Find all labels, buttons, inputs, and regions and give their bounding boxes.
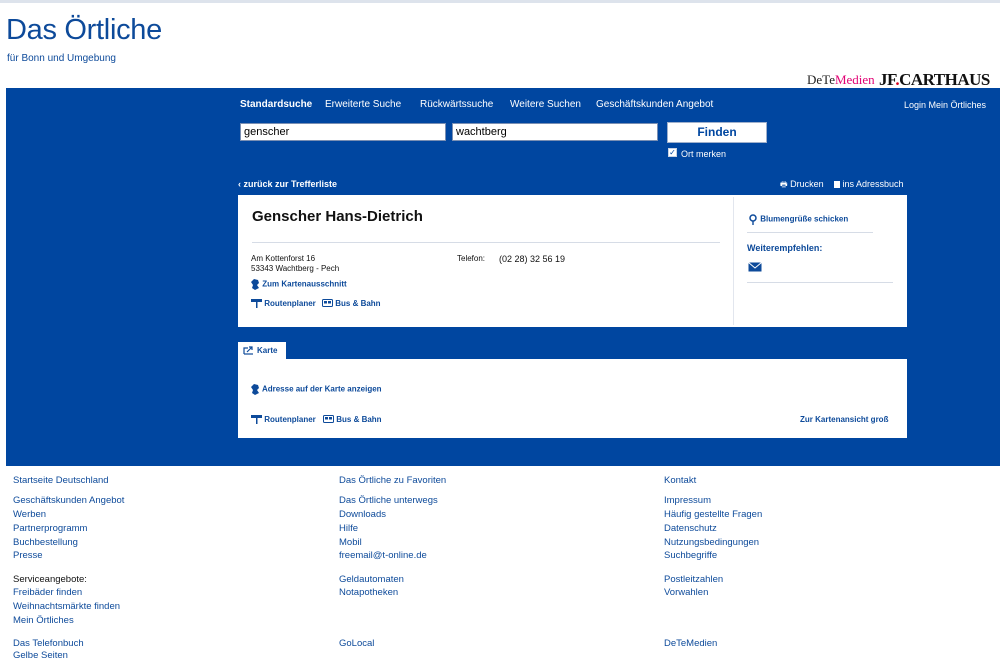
show-address-on-map-link[interactable]: Adresse auf der Karte anzeigen xyxy=(251,384,382,395)
map-panel xyxy=(238,359,907,438)
name-search-input[interactable] xyxy=(240,123,446,141)
map-section-label: Zum Kartenausschnitt xyxy=(262,279,347,289)
map-bus-bahn-link[interactable]: Bus & Bahn xyxy=(323,415,382,424)
tab-erweiterte-suche[interactable]: Erweiterte Suche xyxy=(325,99,401,110)
location-search-input[interactable] xyxy=(452,123,658,141)
sidebar-divider-2 xyxy=(747,282,893,283)
entry-name: Genscher Hans-Dietrich xyxy=(252,208,423,225)
footer-link-faq[interactable]: Häufig gestellte Fragen xyxy=(664,509,762,520)
sidebar-divider-1 xyxy=(747,232,873,233)
entry-vertical-divider xyxy=(733,197,734,325)
footer-link-mein-oertliches[interactable]: Mein Örtliches xyxy=(13,615,74,626)
addressbook-label: ins Adressbuch xyxy=(842,179,904,189)
footer-link-postleitzahlen[interactable]: Postleitzahlen xyxy=(664,574,723,585)
tab-geschaeftskunden[interactable]: Geschäftskunden Angebot xyxy=(596,99,713,110)
footer-link-buchbestellung[interactable]: Buchbestellung xyxy=(13,537,78,548)
footer-heading-serviceangebote: Serviceangebote: xyxy=(13,574,87,585)
germany-map-icon xyxy=(251,279,259,290)
routeplanner-label: Routenplaner xyxy=(264,299,316,308)
addressbook-icon xyxy=(834,181,840,189)
footer-link-freibaeder[interactable]: Freibäder finden xyxy=(13,587,82,598)
bus-bahn-label: Bus & Bahn xyxy=(335,299,381,308)
footer-link-notapotheken[interactable]: Notapotheken xyxy=(339,587,398,598)
signpost-icon xyxy=(251,299,262,309)
footer-link-presse[interactable]: Presse xyxy=(13,550,43,561)
bus-icon xyxy=(323,415,334,424)
footer-link-favoriten[interactable]: Das Örtliche zu Favoriten xyxy=(339,475,446,486)
footer-link-partnerprogramm[interactable]: Partnerprogramm xyxy=(13,523,87,534)
signpost-icon xyxy=(251,415,262,425)
map-routeplanner-link[interactable]: Routenplaner xyxy=(251,415,316,425)
print-link[interactable]: 🖶 Drucken xyxy=(780,179,824,193)
bus-icon xyxy=(322,299,333,308)
remember-location-checkbox[interactable]: ✓ xyxy=(668,148,677,157)
footer-link-weihnachtsmaerkte[interactable]: Weihnachtsmärkte finden xyxy=(13,601,120,612)
footer-link-nutzungsbedingungen[interactable]: Nutzungsbedingungen xyxy=(664,537,759,548)
flower-icon xyxy=(749,214,757,225)
entry-city: 53343 Wachtberg - Pech xyxy=(251,264,340,273)
footer-link-golocal[interactable]: GoLocal xyxy=(339,638,374,649)
login-link[interactable]: Login Mein Örtliches xyxy=(904,100,986,110)
recommend-label: Weiterempfehlen: xyxy=(747,243,823,253)
footer-link-unterwegs[interactable]: Das Örtliche unterwegs xyxy=(339,495,438,506)
map-tab-icon xyxy=(243,346,253,355)
footer-link-startseite[interactable]: Startseite Deutschland xyxy=(13,475,109,486)
site-logo[interactable]: Das Örtliche xyxy=(6,14,162,47)
tab-rueckwaertssuche[interactable]: Rückwärtssuche xyxy=(420,99,493,110)
print-label: Drucken xyxy=(790,179,824,189)
detemedien-logo-a: DeTe xyxy=(807,72,835,87)
bus-bahn-link[interactable]: Bus & Bahn xyxy=(322,299,381,308)
detemedien-logo[interactable]: DeTeMedien xyxy=(807,72,875,88)
site-tagline: für Bonn und Umgebung xyxy=(7,53,116,64)
footer-link-suchbegriffe[interactable]: Suchbegriffe xyxy=(664,550,717,561)
phone-label: Telefon: xyxy=(457,254,486,263)
footer-link-telefonbuch[interactable]: Das Telefonbuch xyxy=(13,638,84,649)
routeplanner-link[interactable]: Routenplaner xyxy=(251,299,316,309)
top-border xyxy=(0,0,1000,3)
back-to-results-label: zurück zur Trefferliste xyxy=(243,179,338,189)
carthaus-logo[interactable]: JF.CARTHAUS xyxy=(879,70,990,90)
footer-link-freemail[interactable]: freemail@t-online.de xyxy=(339,550,427,561)
footer-link-werben[interactable]: Werben xyxy=(13,509,46,520)
footer-link-hilfe[interactable]: Hilfe xyxy=(339,523,358,534)
footer-link-downloads[interactable]: Downloads xyxy=(339,509,386,520)
map-routeplanner-label: Routenplaner xyxy=(264,415,316,424)
detemedien-logo-b: Medien xyxy=(834,72,875,87)
phone-number: (02 28) 32 56 19 xyxy=(499,254,566,264)
back-to-results-link[interactable]: ‹ zurück zur Trefferliste xyxy=(238,179,337,189)
find-button[interactable]: Finden xyxy=(667,122,767,143)
tab-weitere-suchen[interactable]: Weitere Suchen xyxy=(510,99,581,110)
entry-divider xyxy=(252,242,720,243)
germany-map-icon xyxy=(251,384,259,395)
entry-street: Am Kottenforst 16 xyxy=(251,254,316,263)
tab-standardsuche[interactable]: Standardsuche xyxy=(240,99,312,110)
email-icon[interactable] xyxy=(748,262,762,272)
remember-location-label: Ort merken xyxy=(681,149,727,159)
footer-link-detemedien[interactable]: DeTeMedien xyxy=(664,638,717,649)
printer-icon: 🖶 xyxy=(780,180,788,189)
tab-karte[interactable]: Karte xyxy=(238,342,286,359)
big-map-view-link[interactable]: Zur Kartenansicht groß xyxy=(800,415,888,424)
tab-karte-label: Karte xyxy=(257,346,278,355)
footer-link-kontakt[interactable]: Kontakt xyxy=(664,475,696,486)
footer-link-gelbe-seiten[interactable]: Gelbe Seiten xyxy=(13,650,68,661)
footer-link-impressum[interactable]: Impressum xyxy=(664,495,711,506)
flowers-label: Blumengrüße schicken xyxy=(760,214,849,224)
footer-link-vorwahlen[interactable]: Vorwahlen xyxy=(664,587,708,598)
footer-link-geldautomaten[interactable]: Geldautomaten xyxy=(339,574,404,585)
addressbook-link[interactable]: ins Adressbuch xyxy=(834,179,904,189)
footer-link-datenschutz[interactable]: Datenschutz xyxy=(664,523,717,534)
footer-link-mobil[interactable]: Mobil xyxy=(339,537,362,548)
show-address-label: Adresse auf der Karte anzeigen xyxy=(261,384,382,394)
flowers-link[interactable]: Blumengrüße schicken xyxy=(748,214,848,225)
carthaus-logo-a: JF xyxy=(879,70,896,89)
footer-link-geschaeftskunden[interactable]: Geschäftskunden Angebot xyxy=(13,495,124,506)
map-section-link[interactable]: Zum Kartenausschnitt xyxy=(251,279,347,290)
carthaus-logo-b: CARTHAUS xyxy=(899,70,990,89)
map-bus-bahn-label: Bus & Bahn xyxy=(336,415,382,424)
